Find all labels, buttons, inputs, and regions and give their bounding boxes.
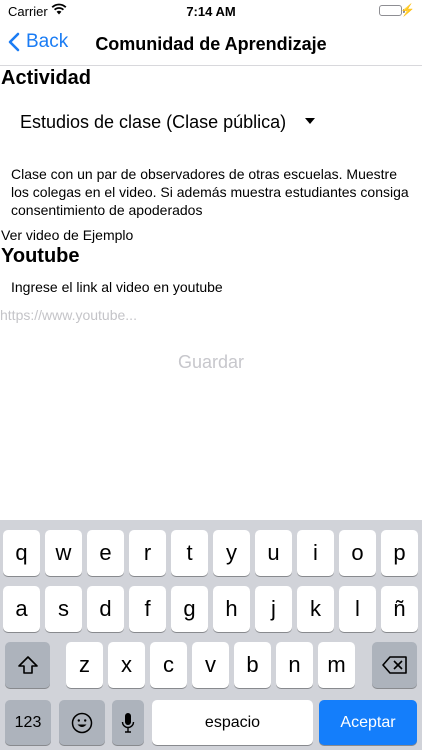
key-a[interactable]: a	[3, 586, 40, 632]
key-q[interactable]: q	[3, 530, 40, 576]
key-r[interactable]: r	[129, 530, 166, 576]
key-d[interactable]: d	[87, 586, 124, 632]
emoji-key[interactable]	[59, 700, 105, 745]
activity-heading: Actividad	[1, 67, 92, 89]
key-c[interactable]: c	[150, 642, 187, 688]
youtube-prompt: Ingrese el link al video en youtube	[11, 279, 223, 295]
key-w[interactable]: w	[45, 530, 82, 576]
key-j[interactable]: j	[255, 586, 292, 632]
delete-key[interactable]	[372, 642, 417, 688]
key-l[interactable]: l	[339, 586, 376, 632]
key-i[interactable]: i	[297, 530, 334, 576]
example-video-link[interactable]: Ver video de Ejemplo	[1, 227, 133, 243]
key-p[interactable]: p	[381, 530, 418, 576]
save-button[interactable]: Guardar	[0, 352, 422, 373]
key-k[interactable]: k	[297, 586, 334, 632]
page-title: Comunidad de Aprendizaje	[95, 34, 327, 54]
backspace-icon	[381, 656, 407, 674]
key-o[interactable]: o	[339, 530, 376, 576]
key-h[interactable]: h	[213, 586, 250, 632]
space-key[interactable]: espacio	[152, 700, 313, 745]
youtube-heading: Youtube	[1, 245, 80, 267]
dropdown-caret-icon	[305, 118, 315, 124]
key-e[interactable]: e	[87, 530, 124, 576]
key-g[interactable]: g	[171, 586, 208, 632]
key-ñ[interactable]: ñ	[381, 586, 418, 632]
key-z[interactable]: z	[66, 642, 103, 688]
microphone-icon	[121, 712, 135, 733]
shift-key[interactable]	[5, 642, 50, 688]
shift-icon	[17, 656, 38, 674]
key-m[interactable]: m	[318, 642, 355, 688]
clock: 7:14 AM	[186, 4, 236, 19]
key-t[interactable]: t	[171, 530, 208, 576]
youtube-url-input[interactable]	[0, 304, 420, 326]
key-b[interactable]: b	[234, 642, 271, 688]
activity-description: Clase con un par de observadores de otra…	[11, 166, 409, 218]
dictation-key[interactable]	[112, 700, 144, 745]
status-bar: Carrier 7:14 AM ⚡	[0, 0, 422, 22]
activity-dropdown[interactable]: Estudios de clase (Clase pública)	[20, 109, 320, 135]
navigation-bar: Back Comunidad de Aprendizaje	[0, 22, 422, 66]
emoji-icon	[71, 712, 93, 733]
key-u[interactable]: u	[255, 530, 292, 576]
return-key[interactable]: Aceptar	[319, 700, 417, 745]
key-x[interactable]: x	[108, 642, 145, 688]
key-y[interactable]: y	[213, 530, 250, 576]
battery-icon	[379, 5, 405, 16]
keyboard: qwertyuiop asdfghjklñ zxcvbnm 123 espaci…	[0, 520, 422, 750]
key-f[interactable]: f	[129, 586, 166, 632]
numbers-key[interactable]: 123	[5, 700, 51, 745]
key-s[interactable]: s	[45, 586, 82, 632]
key-v[interactable]: v	[192, 642, 229, 688]
activity-selected-value: Estudios de clase (Clase pública)	[20, 111, 287, 132]
key-n[interactable]: n	[276, 642, 313, 688]
charging-icon: ⚡	[400, 3, 415, 17]
